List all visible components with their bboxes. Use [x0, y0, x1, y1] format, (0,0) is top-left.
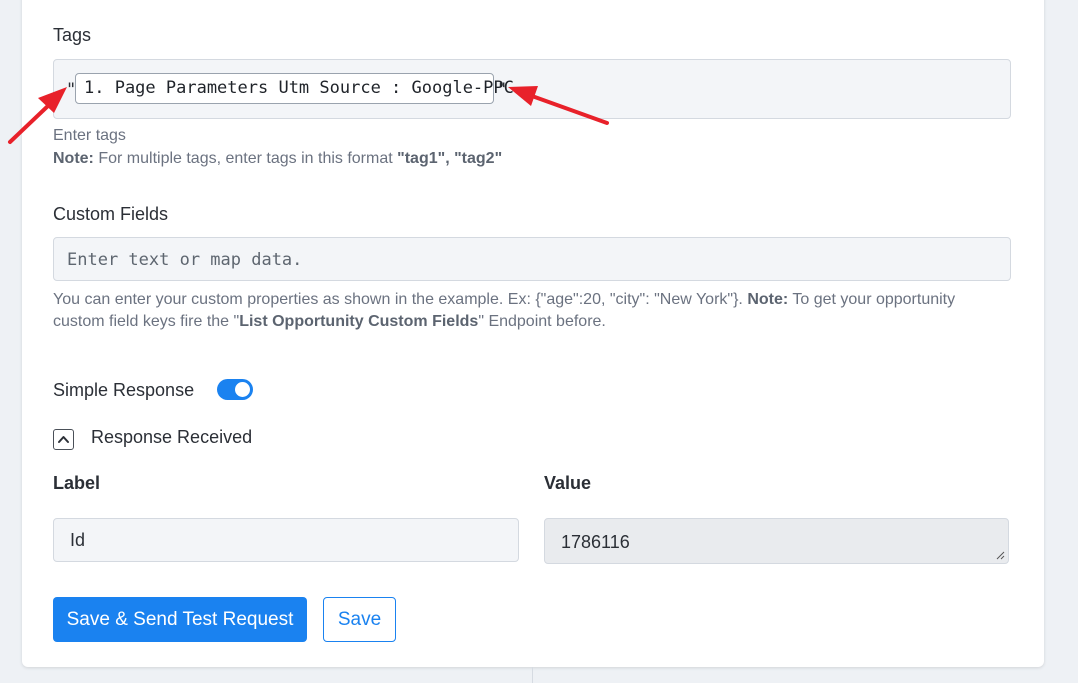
save-and-send-test-button[interactable]: Save & Send Test Request	[53, 597, 307, 642]
custom-fields-placeholder: Enter text or map data.	[67, 250, 303, 270]
label-column-header: Label	[53, 473, 101, 493]
value-column-header: Value	[544, 473, 592, 493]
custom-fields-help-text: You can enter your custom properties as …	[53, 291, 748, 308]
response-value-text: 1786116	[561, 532, 630, 552]
chevron-up-icon	[58, 436, 69, 443]
tags-help-text: Enter tags	[53, 127, 126, 144]
response-value-field[interactable]: 1786116	[544, 518, 1009, 564]
simple-response-label: Simple Response	[53, 380, 195, 400]
toggle-knob	[235, 382, 250, 397]
tags-note-label: Note:	[53, 150, 94, 167]
save-button[interactable]: Save	[323, 597, 396, 642]
response-label-field[interactable]: Id	[53, 518, 519, 562]
divider	[532, 667, 533, 683]
tags-note-example: "tag1", "tag2"	[397, 150, 503, 167]
custom-fields-help-text3: " Endpoint before.	[478, 313, 606, 330]
tags-note: Note: For multiple tags, enter tags in t…	[53, 148, 502, 170]
collapse-toggle-button[interactable]	[53, 429, 74, 450]
custom-fields-label: Custom Fields	[53, 204, 169, 224]
tags-label: Tags	[53, 25, 92, 45]
custom-fields-note-label: Note:	[747, 291, 789, 308]
tags-note-text: For multiple tags, enter tags in this fo…	[93, 150, 398, 167]
simple-response-toggle[interactable]	[217, 379, 253, 400]
custom-fields-input[interactable]: Enter text or map data.	[53, 237, 1011, 281]
response-received-label: Response Received	[91, 427, 253, 447]
custom-fields-help: You can enter your custom properties as …	[53, 289, 1003, 333]
resize-handle-icon[interactable]	[995, 550, 1005, 560]
custom-fields-endpoint: List Opportunity Custom Fields	[239, 313, 479, 330]
tag-chip[interactable]: 1. Page Parameters Utm Source : Google-P…	[75, 73, 514, 104]
